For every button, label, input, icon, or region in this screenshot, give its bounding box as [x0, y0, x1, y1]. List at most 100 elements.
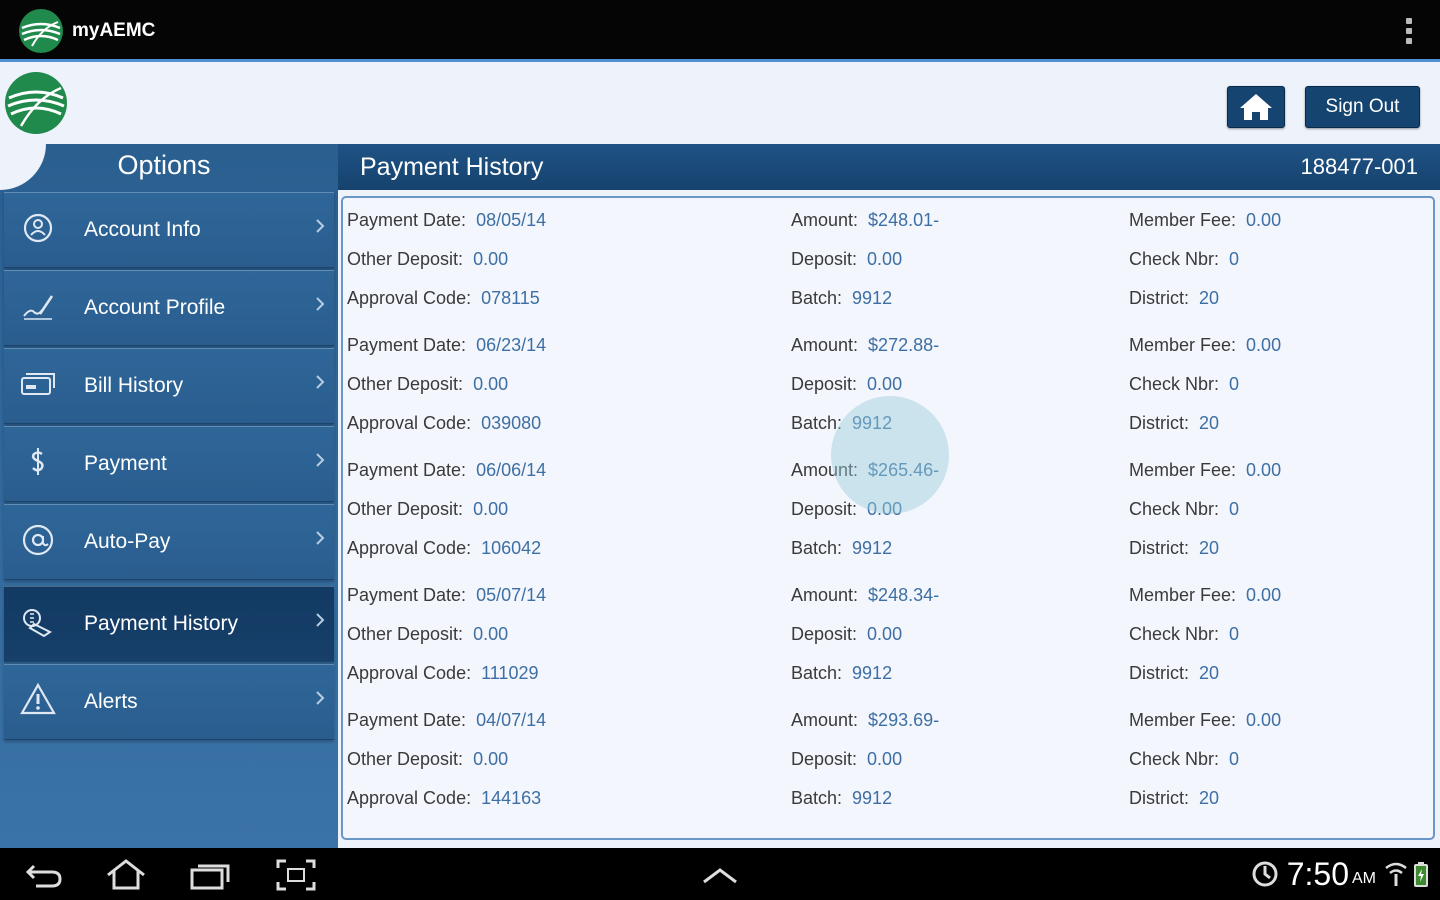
- deposit-label: Deposit:: [791, 374, 858, 394]
- approval-code-label: Approval Code:: [347, 288, 472, 308]
- member-fee-field: Member Fee: 0.00: [1129, 210, 1281, 231]
- app-title: myAEMC: [72, 20, 156, 41]
- clock-ampm: AM: [1352, 870, 1376, 887]
- sidebar-item-label: Bill History: [84, 374, 184, 397]
- amount-value: $248.01-: [868, 210, 940, 230]
- deposit-field: Deposit: 0.00: [791, 374, 902, 395]
- amount-field: Amount: $293.69-: [791, 710, 939, 731]
- payment-date-label: Payment Date:: [347, 460, 467, 480]
- batch-value: 9912: [852, 413, 893, 433]
- payment-date-field: Payment Date: 06/06/14: [347, 460, 546, 481]
- batch-field: Batch: 9912: [791, 788, 892, 809]
- payment-date-field: Payment Date: 08/05/14: [347, 210, 546, 231]
- sidebar-item-auto-pay[interactable]: Auto-Pay: [4, 504, 334, 580]
- screenshot-icon[interactable]: [274, 858, 318, 892]
- sidebar-item-account-profile[interactable]: Account Profile: [4, 270, 334, 346]
- district-label: District:: [1129, 288, 1189, 308]
- batch-value: 9912: [852, 663, 893, 683]
- signature-icon: [23, 295, 54, 320]
- sidebar-item-label: Payment History: [84, 612, 239, 635]
- check-nbr-field: Check Nbr: 0: [1129, 374, 1239, 395]
- check-nbr-label: Check Nbr:: [1129, 249, 1220, 269]
- deposit-value: 0.00: [867, 624, 903, 644]
- batch-value: 9912: [852, 788, 893, 808]
- approval-code-field: Approval Code: 106042: [347, 538, 541, 559]
- sidebar-item-account-info[interactable]: Account Info: [4, 192, 334, 268]
- sidebar-item-bill-history[interactable]: Bill History: [4, 348, 334, 424]
- member-fee-value: 0.00: [1246, 210, 1282, 230]
- payment-date-label: Payment Date:: [347, 335, 467, 355]
- other-deposit-field: Other Deposit: 0.00: [347, 499, 508, 520]
- payment-record: Payment Date: 05/07/14 Amount: $248.34- Me…: [343, 585, 1433, 710]
- district-label: District:: [1129, 413, 1189, 433]
- amount-value: $293.69-: [868, 710, 940, 730]
- payment-date-label: Payment Date:: [347, 585, 467, 605]
- district-value: 20: [1199, 663, 1220, 683]
- member-fee-field: Member Fee: 0.00: [1129, 710, 1281, 731]
- home-button[interactable]: [1227, 86, 1285, 128]
- other-deposit-label: Other Deposit:: [347, 374, 464, 394]
- recent-apps-icon[interactable]: [188, 858, 232, 892]
- chevron-right-icon: [316, 453, 325, 467]
- other-deposit-field: Other Deposit: 0.00: [347, 374, 508, 395]
- app-title-bar: myAEMC: [0, 0, 1440, 62]
- check-nbr-field: Check Nbr: 0: [1129, 499, 1239, 520]
- chevron-right-icon: [316, 691, 325, 705]
- district-label: District:: [1129, 538, 1189, 558]
- other-deposit-label: Other Deposit:: [347, 624, 464, 644]
- sidebar-item-alerts[interactable]: Alerts: [4, 664, 334, 740]
- amount-field: Amount: $248.34-: [791, 585, 939, 606]
- chevron-right-icon: [316, 297, 325, 311]
- approval-code-value: 111029: [481, 663, 539, 683]
- sign-out-button[interactable]: Sign Out: [1305, 86, 1420, 128]
- check-nbr-field: Check Nbr: 0: [1129, 249, 1239, 270]
- approval-code-label: Approval Code:: [347, 413, 472, 433]
- overflow-menu-icon[interactable]: [1404, 18, 1414, 46]
- check-nbr-field: Check Nbr: 0: [1129, 749, 1239, 770]
- sync-icon: [1252, 861, 1278, 887]
- sidebar-item-label: Payment: [84, 452, 167, 475]
- batch-label: Batch:: [791, 788, 843, 808]
- other-deposit-field: Other Deposit: 0.00: [347, 624, 508, 645]
- other-deposit-field: Other Deposit: 0.00: [347, 749, 508, 770]
- up-chevron-icon[interactable]: [698, 858, 742, 892]
- clock-time: 7:50: [1286, 855, 1349, 892]
- payment-date-field: Payment Date: 04/07/14: [347, 710, 546, 731]
- approval-code-value: 144163: [481, 788, 542, 808]
- payment-date-label: Payment Date:: [347, 210, 467, 230]
- member-fee-label: Member Fee:: [1129, 335, 1237, 355]
- district-value: 20: [1199, 288, 1220, 308]
- payment-date-field: Payment Date: 05/07/14: [347, 585, 546, 606]
- payment-record: Payment Date: 04/07/14 Amount: $293.69- Me…: [343, 710, 1433, 835]
- member-fee-label: Member Fee:: [1129, 585, 1237, 605]
- approval-code-value: 039080: [481, 413, 542, 433]
- member-fee-label: Member Fee:: [1129, 460, 1237, 480]
- deposit-field: Deposit: 0.00: [791, 624, 902, 645]
- deposit-field: Deposit: 0.00: [791, 749, 902, 770]
- deposit-label: Deposit:: [791, 499, 858, 519]
- sidebar-item-payment[interactable]: Payment: [4, 426, 334, 502]
- warning-icon: [20, 682, 56, 715]
- aemc-large-logo-icon: [5, 72, 67, 134]
- district-field: District: 20: [1129, 288, 1219, 309]
- other-deposit-label: Other Deposit:: [347, 499, 464, 519]
- sidebar-item-label: Auto-Pay: [84, 530, 171, 553]
- member-fee-field: Member Fee: 0.00: [1129, 335, 1281, 356]
- deposit-field: Deposit: 0.00: [791, 499, 902, 520]
- aemc-logo-icon: [19, 9, 63, 53]
- sidebar-item-label: Account Info: [84, 218, 201, 241]
- batch-label: Batch:: [791, 663, 843, 683]
- home-nav-icon[interactable]: [104, 858, 148, 892]
- approval-code-field: Approval Code: 039080: [347, 413, 541, 434]
- district-value: 20: [1199, 538, 1220, 558]
- approval-code-label: Approval Code:: [347, 538, 472, 558]
- payment-date-value: 08/05/14: [476, 210, 547, 230]
- back-icon[interactable]: [22, 858, 66, 892]
- wifi-icon: [1385, 862, 1407, 886]
- payment-date-value: 04/07/14: [476, 710, 547, 730]
- sidebar-item-label: Account Profile: [84, 296, 226, 319]
- payment-history-list[interactable]: Payment Date: 08/05/14 Amount: $248.01- Me…: [341, 196, 1435, 840]
- sidebar-item-payment-history[interactable]: Payment History: [4, 586, 334, 662]
- amount-label: Amount:: [791, 710, 859, 730]
- batch-value: 9912: [852, 538, 893, 558]
